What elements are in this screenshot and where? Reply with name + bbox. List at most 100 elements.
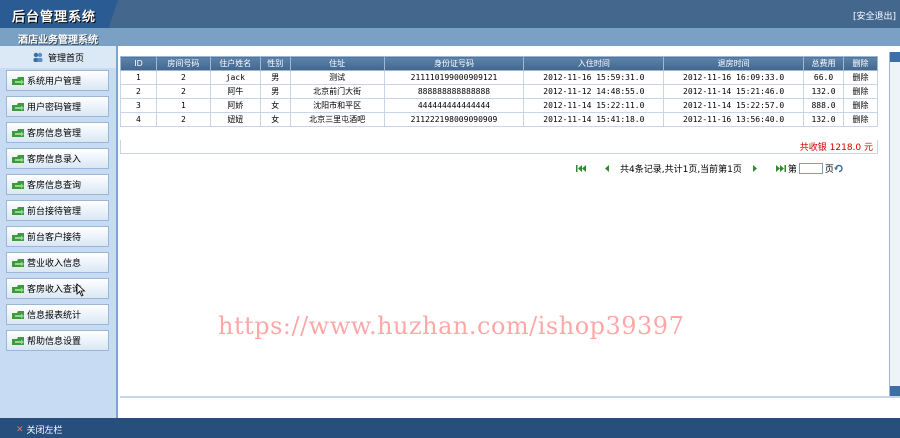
folder-arrow-icon (12, 76, 24, 85)
table-cell-checkout: 2012-11-14 15:22:57.0 (663, 98, 805, 113)
main-content: ID 房间号码 住户姓名 性别 住址 身份证号码 入住时间 退房时间 总费用 删除 1 2 jack 男… (120, 52, 888, 400)
sidebar-item[interactable]: 帮助信息设置 (6, 330, 109, 351)
table-cell-gender: 女 (259, 98, 291, 113)
folder-arrow-icon (12, 180, 24, 189)
sidebar-item-label: 信息报表统计 (27, 311, 82, 321)
table-cell-name: 妞妞 (209, 112, 261, 127)
table-cell-checkout: 2012-11-14 15:21:46.0 (663, 84, 805, 99)
column-header: 住户姓名 (209, 56, 261, 71)
column-header: 性别 (259, 56, 291, 71)
table-row: 3 1 阿娇女沈阳市和平区 444444444444444 2012-11-14 15:… (120, 98, 878, 113)
pager: 共4条记录,共计1页,当前第1页 第 页 (576, 161, 844, 175)
table-cell-fee: 132.0 (803, 84, 844, 99)
table-cell-checkin: 2012-11-14 15:22:11.0 (523, 98, 665, 113)
table-cell-fee: 66.0 (803, 70, 844, 85)
table-body: 1 2 jack 男测试 211110199000909121 2012-11-16 15… (120, 70, 878, 127)
table-row: 1 2 jack 男测试 211110199000909121 2012-11-16 15… (120, 70, 878, 85)
logout-link[interactable]: [安全退出] (853, 9, 896, 22)
total-revenue: 共收银 1218.0 元 (120, 140, 878, 154)
vertical-scrollbar[interactable] (889, 52, 900, 396)
table-cell-gender: 男 (259, 84, 291, 99)
sidebar-item[interactable]: 前台客户接待 (6, 226, 109, 247)
table-row: 4 2 妞妞女北京三里屯酒吧 211222198009090909 2012-11-14… (120, 112, 878, 127)
table-cell-name: 阿牛 (209, 84, 261, 99)
sidebar-item[interactable]: 系统用户管理 (6, 70, 109, 91)
first-page-icon[interactable] (576, 164, 586, 173)
page-number-input[interactable] (798, 162, 823, 174)
column-header: 房间号码 (155, 56, 211, 71)
delete-link[interactable]: 删除 (843, 70, 878, 85)
sidebar-item-label: 用户密码管理 (27, 103, 82, 113)
sidebar-menu: 系统用户管理 用户密码管理 客房信息管理 客房信息录入 客房信息查询前台接待管理 前台客户… (0, 70, 116, 351)
watermark-text: https://www.huzhan.com/ishop39397 (218, 312, 685, 340)
sidebar-home[interactable]: 管理首页 (0, 46, 116, 68)
delete-link[interactable]: 删除 (843, 98, 878, 113)
sidebar-item[interactable]: 用户密码管理 (6, 96, 109, 117)
table-cell-idcard: 211110199000909121 (383, 70, 525, 85)
sidebar-item[interactable]: 前台接待管理 (6, 200, 109, 221)
column-header: 退房时间 (663, 56, 805, 71)
close-icon: ✕ (16, 424, 24, 435)
column-header: 删除 (843, 56, 878, 71)
close-left-panel-button[interactable]: ✕ 关闭左栏 (16, 423, 63, 437)
users-icon (33, 52, 43, 62)
page-suffix: 页 (824, 164, 834, 175)
delete-link[interactable]: 删除 (843, 112, 878, 127)
sidebar-item-label: 客房信息管理 (27, 129, 82, 139)
horizontal-divider (120, 396, 900, 398)
page-prefix: 第 (787, 164, 797, 175)
scroll-down-button[interactable] (890, 386, 900, 396)
sidebar-item-label: 客房信息查询 (27, 181, 82, 191)
scroll-up-button[interactable] (890, 52, 900, 62)
sidebar-item[interactable]: 客房信息录入 (6, 148, 109, 169)
sidebar-item[interactable]: 信息报表统计 (6, 304, 109, 325)
sidebar-item[interactable]: 客房信息管理 (6, 122, 109, 143)
go-page-icon[interactable] (833, 164, 844, 173)
folder-arrow-icon (12, 128, 24, 137)
sidebar-item-label: 客房信息录入 (27, 155, 82, 165)
table-cell-gender: 男 (259, 70, 291, 85)
column-header: ID (120, 56, 157, 71)
folder-arrow-icon (12, 258, 24, 267)
footer-bar: ✕ 关闭左栏 (0, 418, 900, 438)
table-cell-address: 沈阳市和平区 (289, 98, 385, 113)
sidebar-item-label: 营业收入信息 (27, 259, 82, 269)
sidebar-item-label: 系统用户管理 (27, 77, 82, 87)
folder-arrow-icon (12, 232, 24, 241)
sidebar-item-label: 客房收入查询 (27, 285, 82, 295)
sub-title-bar: 酒店业务管理系统 (0, 28, 900, 46)
table-cell-checkin: 2012-11-14 15:41:18.0 (523, 112, 665, 127)
delete-link[interactable]: 删除 (843, 84, 878, 99)
app-title: 后台管理系统 (12, 10, 97, 25)
table-cell-checkout: 2012-11-16 13:56:40.0 (663, 112, 805, 127)
table-cell-address: 测试 (289, 70, 385, 85)
table-cell-id: 3 (120, 98, 157, 113)
folder-arrow-icon (12, 102, 24, 111)
sidebar-home-label: 管理首页 (47, 53, 84, 64)
table-cell-id: 1 (120, 70, 157, 85)
table-cell-name: 阿娇 (209, 98, 261, 113)
mouse-pointer-icon (76, 283, 86, 297)
sidebar-item[interactable]: 客房收入查询 (6, 278, 109, 299)
sidebar-item[interactable]: 营业收入信息 (6, 252, 109, 273)
sidebar-item[interactable]: 客房信息查询 (6, 174, 109, 195)
top-bar: 后台管理系统 [安全退出] (0, 0, 900, 28)
column-header: 身份证号码 (383, 56, 525, 71)
folder-arrow-icon (12, 206, 24, 215)
table-cell-checkout: 2012-11-16 16:09:33.0 (663, 70, 805, 85)
sidebar: 管理首页 系统用户管理 用户密码管理 客房信息管理 客房信息录入 客房信息查询前台接待管… (0, 46, 118, 418)
table-cell-address: 北京前门大街 (289, 84, 385, 99)
table-cell-idcard: 211222198009090909 (383, 112, 525, 127)
table-cell-gender: 女 (259, 112, 291, 127)
next-page-icon[interactable] (750, 164, 760, 173)
prev-page-icon[interactable] (602, 164, 612, 173)
table-cell-room: 2 (155, 70, 211, 85)
table-header-row: ID 房间号码 住户姓名 性别 住址 身份证号码 入住时间 退房时间 总费用 删除 (120, 56, 878, 71)
pager-summary: 共4条记录,共计1页,当前第1页 (620, 164, 742, 175)
table-cell-fee: 888.0 (803, 98, 844, 113)
sidebar-item-label: 帮助信息设置 (27, 337, 82, 347)
table-cell-id: 2 (120, 84, 157, 99)
last-page-icon[interactable] (775, 164, 786, 173)
table-row: 2 2 阿牛男北京前门大街 888888888888888 2012-11-12 14:… (120, 84, 878, 99)
folder-arrow-icon (12, 154, 24, 163)
